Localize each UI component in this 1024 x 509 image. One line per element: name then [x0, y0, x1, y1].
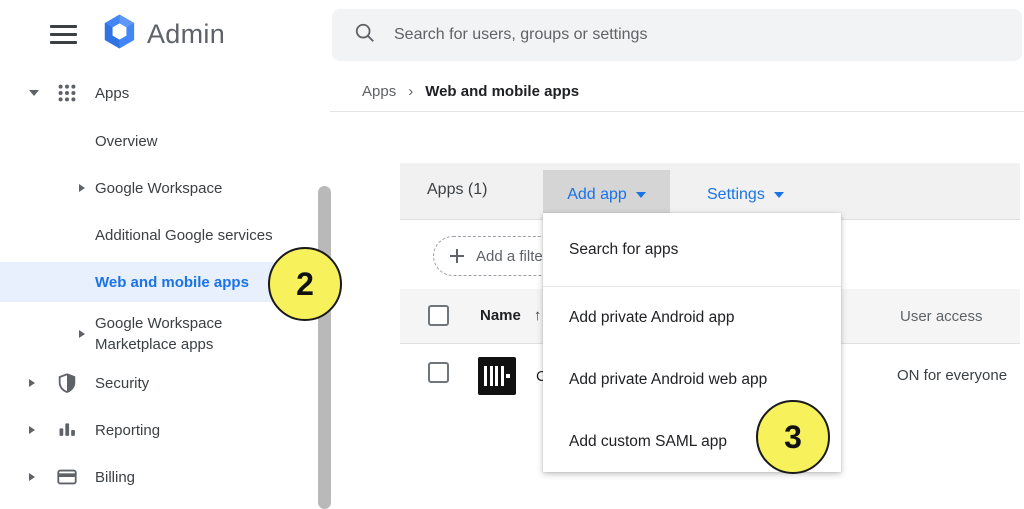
admin-console: Admin Apps › Web and mobile apps Apps Ov…: [0, 0, 1024, 509]
chevron-down-icon: [636, 192, 646, 198]
chevron-right-icon: [29, 473, 35, 481]
sidebar-item-google-workspace[interactable]: Google Workspace: [0, 171, 318, 205]
chevron-right-icon: [79, 184, 85, 192]
sidebar-item-overview[interactable]: Overview: [0, 124, 318, 158]
sidebar-item-label: Overview: [95, 131, 158, 152]
plus-icon: [450, 249, 464, 263]
sidebar-item-reporting[interactable]: Reporting: [0, 413, 318, 447]
apps-toolbar: Apps (1) Add app Settings: [400, 163, 1020, 220]
search-icon: [354, 22, 376, 49]
breadcrumb-separator: ›: [408, 83, 413, 100]
app-logo-icon: [478, 357, 516, 395]
admin-logo-icon: [101, 13, 138, 55]
sidebar-item-label: Google Workspace Marketplace apps: [95, 313, 247, 355]
admin-logo[interactable]: Admin: [101, 13, 225, 55]
sidebar-item-label: Web and mobile apps: [95, 272, 249, 293]
bar-chart-icon: [55, 418, 79, 442]
menu-item-search-for-apps[interactable]: Search for apps: [543, 213, 841, 286]
sidebar-item-label: Apps: [95, 83, 129, 104]
row-checkbox[interactable]: [428, 362, 449, 383]
name-header-label: Name: [480, 307, 521, 324]
sidebar-item-marketplace-apps[interactable]: Google Workspace Marketplace apps: [0, 312, 318, 356]
sidebar-item-label: Google Workspace: [95, 178, 222, 199]
hamburger-menu-icon[interactable]: [50, 25, 77, 44]
brand-title: Admin: [147, 19, 225, 50]
chevron-right-icon: [29, 426, 35, 434]
chevron-down-icon: [29, 90, 39, 96]
header-divider: [330, 111, 1024, 112]
step-3-badge: 3: [756, 400, 830, 474]
breadcrumb-apps-link[interactable]: Apps: [362, 83, 396, 100]
select-all-checkbox[interactable]: [428, 305, 449, 326]
sidebar-item-apps[interactable]: Apps: [0, 76, 318, 110]
sidebar-item-label: Billing: [95, 467, 135, 488]
menu-item-add-private-android-app[interactable]: Add private Android app: [543, 287, 841, 349]
credit-card-icon: [55, 465, 79, 489]
search-bar[interactable]: [332, 9, 1022, 61]
sidebar-scrollbar-thumb[interactable]: [318, 186, 331, 509]
user-access-value: ON for everyone: [897, 367, 1007, 384]
add-filter-label: Add a filter: [476, 248, 548, 265]
sidebar-item-additional-google-services[interactable]: Additional Google services: [0, 218, 318, 252]
apps-count-title: Apps (1): [427, 181, 487, 199]
sort-ascending-icon: ↑: [534, 307, 542, 324]
settings-label: Settings: [707, 186, 765, 204]
apps-grid-icon: [55, 81, 79, 105]
step-2-badge: 2: [268, 247, 342, 321]
search-input[interactable]: [394, 26, 954, 44]
shield-icon: [55, 371, 79, 395]
chevron-down-icon: [774, 192, 784, 198]
sidebar-item-billing[interactable]: Billing: [0, 460, 318, 494]
sidebar-item-security[interactable]: Security: [0, 366, 318, 400]
chevron-right-icon: [79, 330, 85, 338]
column-header-user-access: User access: [900, 308, 983, 325]
breadcrumb-current: Web and mobile apps: [425, 83, 579, 100]
add-app-label: Add app: [567, 186, 627, 204]
sidebar-item-label: Additional Google services: [95, 225, 273, 246]
breadcrumb: Apps › Web and mobile apps: [362, 81, 579, 101]
sidebar-item-label: Security: [95, 373, 149, 394]
sidebar-item-label: Reporting: [95, 420, 160, 441]
column-header-name[interactable]: Name ↑: [480, 307, 541, 324]
chevron-right-icon: [29, 379, 35, 387]
